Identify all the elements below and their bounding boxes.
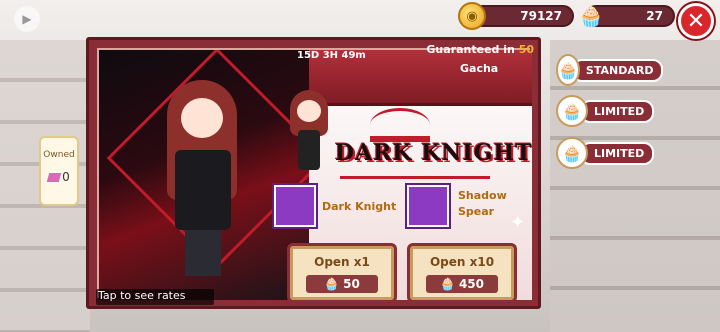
coin-icon: ◉: [458, 2, 486, 30]
cupcake-icon: 🧁: [439, 277, 455, 291]
open-x10-button[interactable]: Open x10 🧁 450: [410, 246, 514, 300]
tab-limited-1-label: LIMITED: [580, 99, 655, 123]
guarantee-count: 50: [518, 43, 534, 56]
close-icon: ✕: [686, 8, 706, 34]
logo-wand: [340, 176, 490, 179]
cupcake-icon: 🧁: [556, 137, 588, 169]
pink-gem-icon: [46, 172, 62, 182]
banner-timer: 15D 3H 49m: [297, 50, 366, 61]
open-x1-price: 🧁 50: [306, 275, 378, 293]
close-button[interactable]: ✕: [678, 3, 714, 39]
cupcake-icon: 🧁: [324, 277, 340, 291]
cupcake-icon: 🧁: [556, 54, 580, 86]
tab-limited-2-label: LIMITED: [580, 141, 655, 165]
open-x10-label: Open x10: [429, 255, 495, 269]
tab-standard[interactable]: 🧁 STANDARD: [556, 54, 664, 86]
guarantee-suffix: Gacha: [460, 62, 499, 75]
guarantee-text: Guaranteed in 50: [426, 43, 534, 56]
witch-hat-logo: [370, 108, 430, 142]
cake-value: 27: [646, 9, 663, 23]
fairy-icon: ✦: [510, 212, 526, 233]
shadow-spear-item-card[interactable]: [407, 185, 449, 227]
owned-value: 0: [62, 170, 70, 184]
cupcake-icon: 🧁: [578, 4, 604, 28]
coin-value: 79127: [520, 9, 562, 23]
dark-knight-label: Dark Knight: [322, 200, 397, 213]
character-art: [99, 50, 309, 300]
play-store-icon[interactable]: ▶: [14, 6, 40, 32]
rates-link[interactable]: Tap to see rates: [96, 289, 214, 305]
open-x1-label: Open x1: [314, 255, 370, 269]
tab-standard-label: STANDARD: [571, 58, 664, 82]
open-x10-price: 🧁 450: [426, 275, 498, 293]
shadow-spear-label: Shadow Spear: [458, 189, 507, 218]
banner-logo: DARK KNIGHT: [335, 140, 533, 166]
tab-limited-2[interactable]: 🧁 LIMITED: [556, 137, 656, 169]
dark-knight-item-card[interactable]: [274, 185, 316, 227]
cupcake-icon: 🧁: [556, 95, 588, 127]
chibi-character: [288, 90, 330, 172]
open-x1-button[interactable]: Open x1 🧁 50: [290, 246, 394, 300]
owned-card: Owned 0: [39, 136, 79, 206]
dark-knight-character: [157, 80, 247, 280]
owned-label: Owned: [43, 150, 75, 160]
tab-limited-1[interactable]: 🧁 LIMITED: [556, 95, 656, 127]
